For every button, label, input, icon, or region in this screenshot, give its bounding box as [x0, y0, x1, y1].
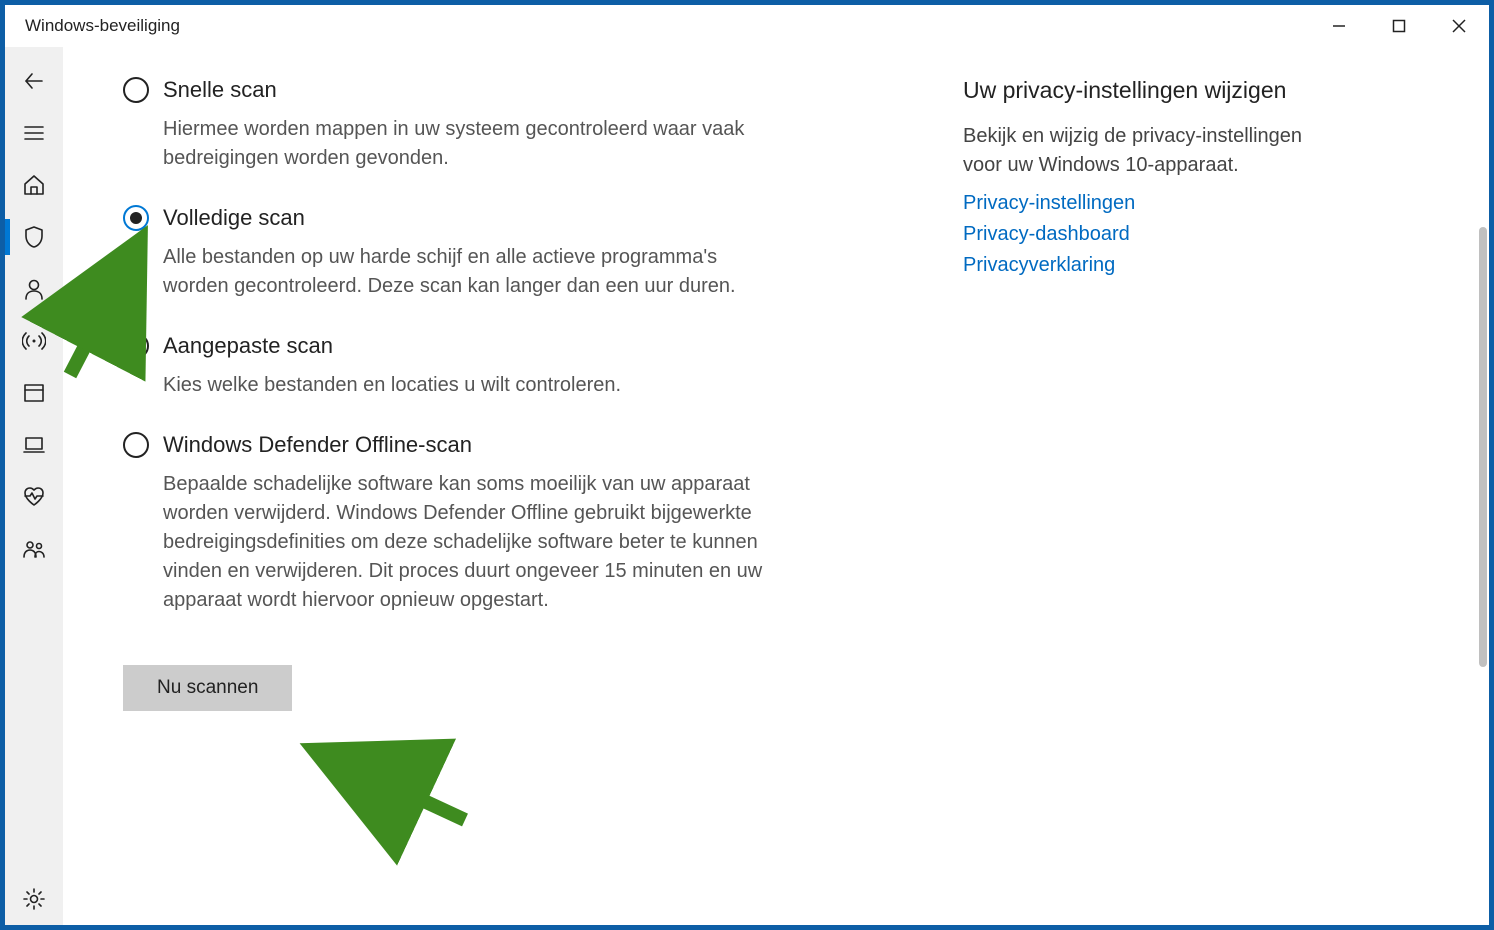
radio-option-quick: Snelle scan Hiermee worden mappen in uw … [123, 77, 843, 173]
antenna-icon [22, 329, 46, 353]
hamburger-menu-button[interactable] [5, 107, 63, 159]
minimize-icon [1332, 19, 1346, 33]
content-area: Snelle scan Hiermee worden mappen in uw … [5, 47, 1489, 925]
radio-custom-scan[interactable]: Aangepaste scan [123, 333, 843, 359]
shield-icon [22, 225, 46, 249]
sidebar-item-firewall[interactable] [5, 315, 63, 367]
sidebar-item-home[interactable] [5, 159, 63, 211]
sidebar [5, 47, 63, 925]
link-privacy-settings[interactable]: Privacy-instellingen [963, 192, 1303, 215]
hamburger-icon [22, 121, 46, 145]
radio-label: Windows Defender Offline-scan [163, 432, 472, 458]
scan-options-panel: Snelle scan Hiermee worden mappen in uw … [123, 77, 843, 895]
sidebar-item-app-browser-control[interactable] [5, 367, 63, 419]
maximize-icon [1392, 19, 1406, 33]
radio-quick-scan[interactable]: Snelle scan [123, 77, 843, 103]
radio-label: Volledige scan [163, 205, 305, 231]
maximize-button[interactable] [1369, 5, 1429, 47]
person-icon [22, 277, 46, 301]
privacy-panel-title: Uw privacy-instellingen wijzigen [963, 77, 1303, 104]
radio-description: Kies welke bestanden en locaties u wilt … [123, 371, 783, 400]
radio-description: Alle bestanden op uw harde schijf en all… [123, 243, 783, 301]
titlebar: Windows-beveiliging [5, 5, 1489, 47]
radio-label: Snelle scan [163, 77, 277, 103]
sidebar-item-account-protection[interactable] [5, 263, 63, 315]
sidebar-item-device-performance[interactable] [5, 471, 63, 523]
sidebar-item-device-security[interactable] [5, 419, 63, 471]
scrollbar-thumb[interactable] [1479, 227, 1487, 667]
radio-circle-icon [123, 333, 149, 359]
back-button[interactable] [5, 55, 63, 107]
radio-full-scan[interactable]: Volledige scan [123, 205, 843, 231]
radio-circle-selected-icon [123, 205, 149, 231]
link-privacy-statement[interactable]: Privacyverklaring [963, 254, 1303, 277]
window-title: Windows-beveiliging [25, 16, 180, 36]
radio-option-custom: Aangepaste scan Kies welke bestanden en … [123, 333, 843, 400]
back-arrow-icon [22, 69, 46, 93]
radio-description: Hiermee worden mappen in uw systeem geco… [123, 115, 783, 173]
radio-option-offline: Windows Defender Offline-scan Bepaalde s… [123, 432, 843, 615]
main-content: Snelle scan Hiermee worden mappen in uw … [63, 47, 1489, 925]
close-button[interactable] [1429, 5, 1489, 47]
window-controls [1309, 5, 1489, 47]
privacy-panel: Uw privacy-instellingen wijzigen Bekijk … [963, 77, 1303, 895]
sidebar-item-virus-protection[interactable] [5, 211, 63, 263]
close-icon [1452, 19, 1466, 33]
sidebar-item-settings[interactable] [5, 873, 63, 925]
scrollbar[interactable] [1475, 47, 1489, 925]
heart-icon [22, 485, 46, 509]
laptop-icon [22, 433, 46, 457]
browser-icon [22, 381, 46, 405]
radio-offline-scan[interactable]: Windows Defender Offline-scan [123, 432, 843, 458]
radio-label: Aangepaste scan [163, 333, 333, 359]
radio-description: Bepaalde schadelijke software kan soms m… [123, 470, 783, 615]
minimize-button[interactable] [1309, 5, 1369, 47]
link-privacy-dashboard[interactable]: Privacy-dashboard [963, 223, 1303, 246]
scan-now-button[interactable]: Nu scannen [123, 665, 292, 711]
sidebar-item-family-options[interactable] [5, 523, 63, 575]
family-icon [22, 537, 46, 561]
home-icon [22, 173, 46, 197]
radio-option-full: Volledige scan Alle bestanden op uw hard… [123, 205, 843, 301]
privacy-panel-desc: Bekijk en wijzig de privacy-instellingen… [963, 122, 1303, 180]
gear-icon [22, 887, 46, 911]
radio-circle-icon [123, 77, 149, 103]
radio-circle-icon [123, 432, 149, 458]
